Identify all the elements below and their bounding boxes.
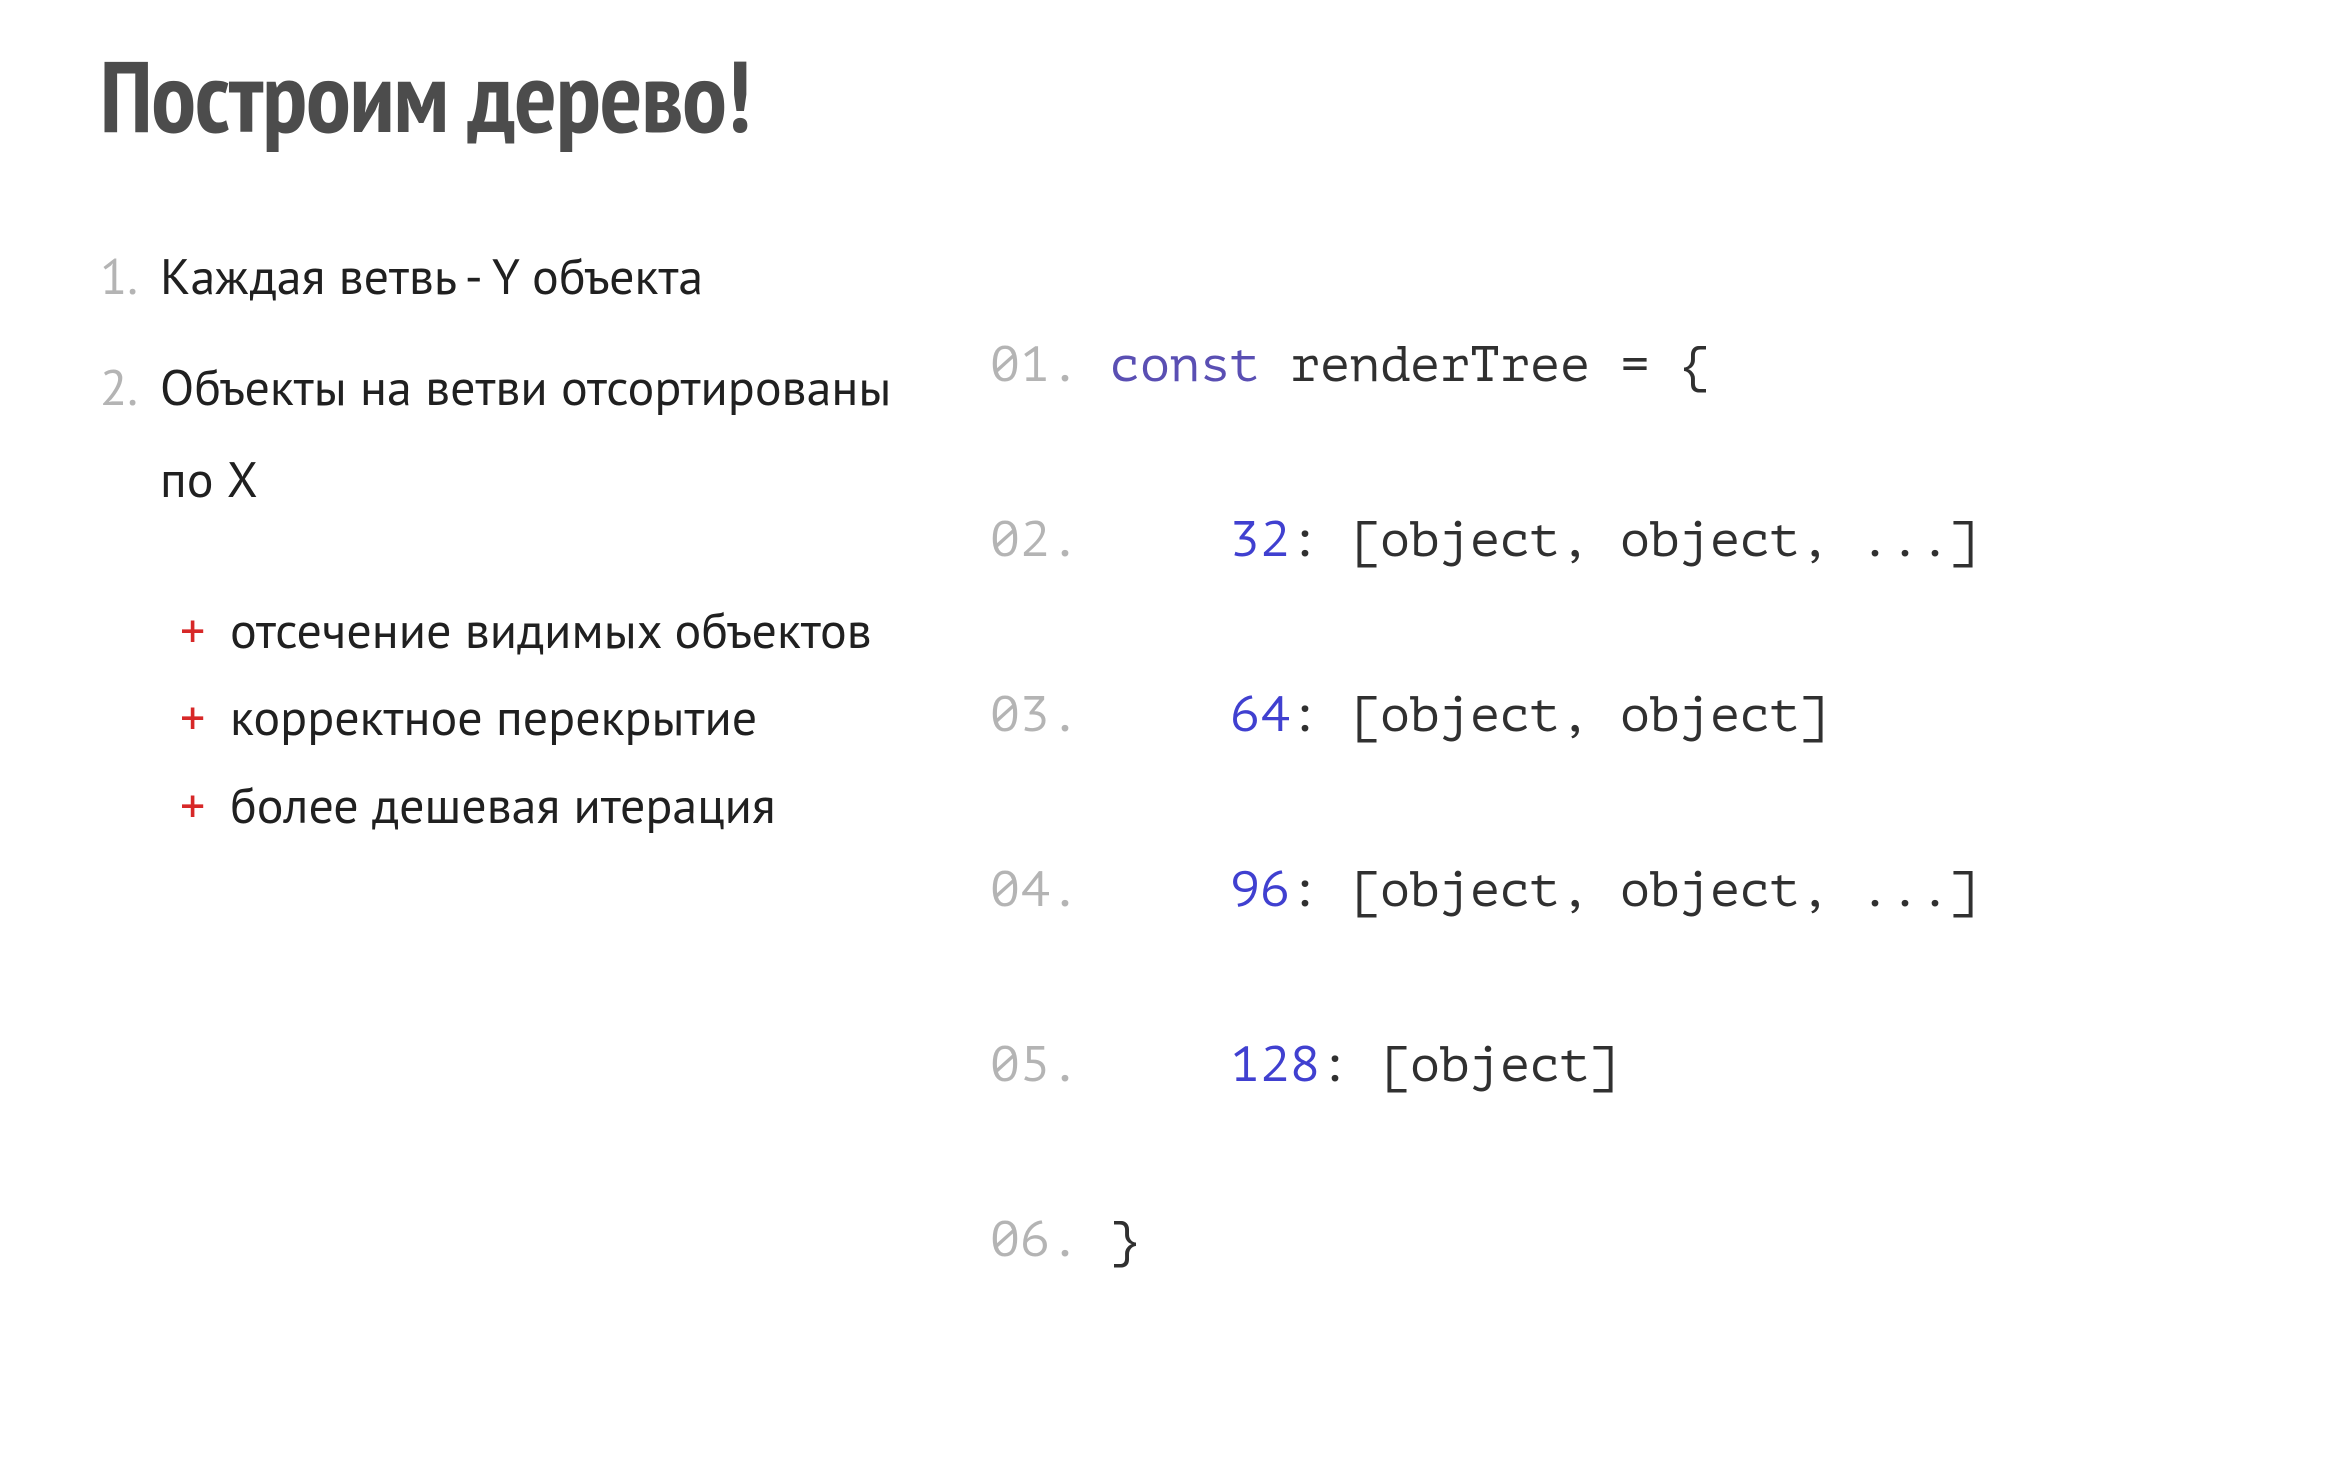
code-text: renderTree = {	[1260, 337, 1710, 393]
code-number: 64	[1230, 687, 1290, 743]
code-indent	[1080, 1037, 1200, 1093]
code-text: : [object, object, ...]	[1290, 512, 1980, 568]
plus-list: отсечение видимых объектов корректное пе…	[100, 586, 930, 849]
list-item: более дешевая итерация	[180, 761, 930, 849]
line-number: 02.	[990, 512, 1080, 568]
code-line: 01. const renderTree = {	[990, 322, 2230, 410]
code-indent	[1080, 512, 1200, 568]
code-number: 32	[1230, 512, 1290, 568]
code-line: 05. 128: [object]	[990, 1022, 2230, 1110]
code-text: : [object, object]	[1290, 687, 1830, 743]
code-text: : [object, object, ...]	[1290, 862, 1980, 918]
list-item: Каждая ветвь - Y объекта	[100, 230, 930, 323]
code-line: 06. }	[990, 1197, 2230, 1285]
code-line: 04. 96: [object, object, ...]	[990, 847, 2230, 935]
code-line: 02. 32: [object, object, ...]	[990, 497, 2230, 585]
list-item: корректное перекрытие	[180, 673, 930, 761]
line-number: 03.	[990, 687, 1080, 743]
line-number: 05.	[990, 1037, 1080, 1093]
column-right: 01. const renderTree = { 02. 32: [object…	[990, 230, 2230, 1459]
code-number: 128	[1230, 1037, 1320, 1093]
column-left: Каждая ветвь - Y объекта Объекты на ветв…	[100, 230, 930, 1459]
line-number: 06.	[990, 1212, 1080, 1268]
list-item: отсечение видимых объектов	[180, 586, 930, 674]
columns: Каждая ветвь - Y объекта Объекты на ветв…	[100, 230, 2230, 1459]
code-indent	[1080, 862, 1200, 918]
code-indent	[1080, 687, 1200, 743]
code-keyword: const	[1110, 337, 1260, 393]
slide: Построим дерево! Каждая ветвь - Y объект…	[0, 0, 2330, 1064]
code-line: 03. 64: [object, object]	[990, 672, 2230, 760]
line-number: 04.	[990, 862, 1080, 918]
numbered-list: Каждая ветвь - Y объекта Объекты на ветв…	[100, 230, 930, 526]
code-text: : [object]	[1320, 1037, 1620, 1093]
code-text: }	[1110, 1212, 1140, 1268]
list-item: Объекты на ветви отсортированы по X	[100, 341, 930, 526]
slide-title: Построим дерево!	[100, 30, 2230, 160]
code-block: 01. const renderTree = { 02. 32: [object…	[990, 234, 2230, 1459]
code-number: 96	[1230, 862, 1290, 918]
line-number: 01.	[990, 337, 1080, 393]
